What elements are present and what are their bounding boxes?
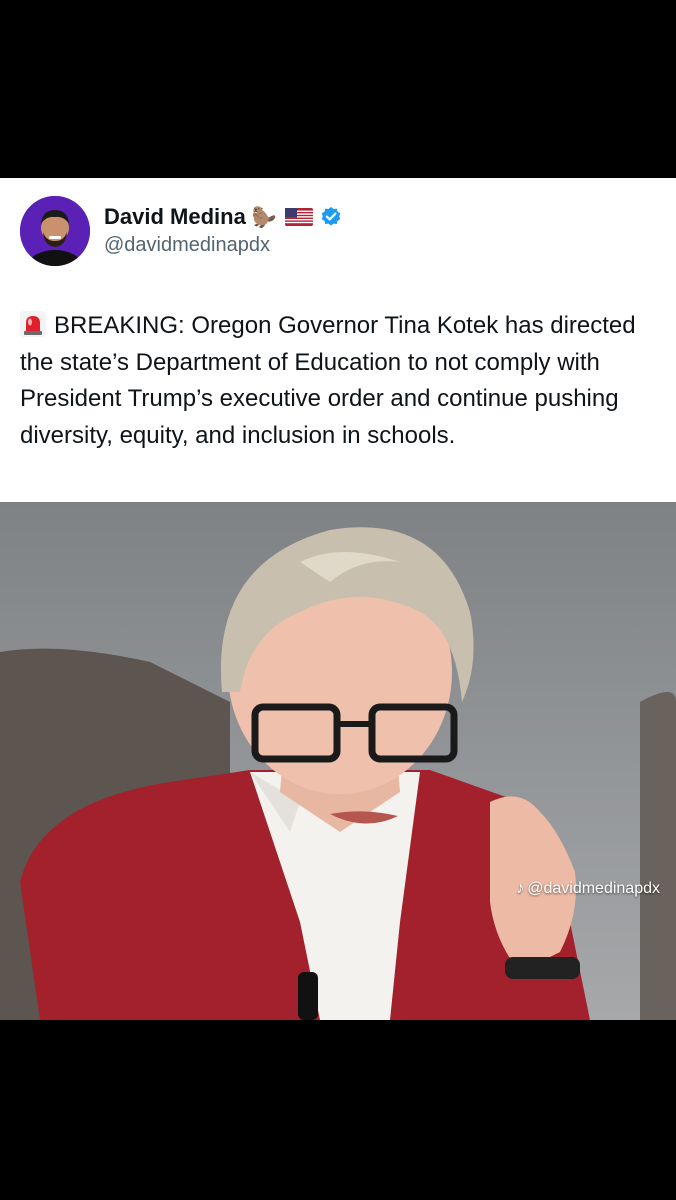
author-name-row[interactable]: David Medina 🦫 [104, 201, 342, 233]
verified-badge-icon[interactable] [320, 206, 342, 228]
avatar[interactable] [20, 196, 90, 266]
photo-watermark: ♪ @davidmedinapdx [516, 880, 660, 898]
us-flag-icon [284, 208, 313, 226]
post-photo[interactable]: ♪ @davidmedinapdx [0, 502, 676, 1020]
tiktok-icon: ♪ [516, 880, 525, 897]
post-text: BREAKING: Oregon Governor Tina Kotek has… [20, 312, 636, 449]
portrait-illustration [0, 502, 676, 1020]
post-text-block: BREAKING: Oregon Governor Tina Kotek has… [20, 308, 660, 454]
author-handle[interactable]: @davidmedinapdx [104, 234, 270, 257]
author-display-name[interactable]: David Medina [104, 204, 246, 230]
beaver-emoji-icon: 🦫 [251, 205, 277, 229]
rotating-light-icon [20, 311, 46, 337]
watermark-text: @davidmedinapdx [527, 880, 660, 897]
